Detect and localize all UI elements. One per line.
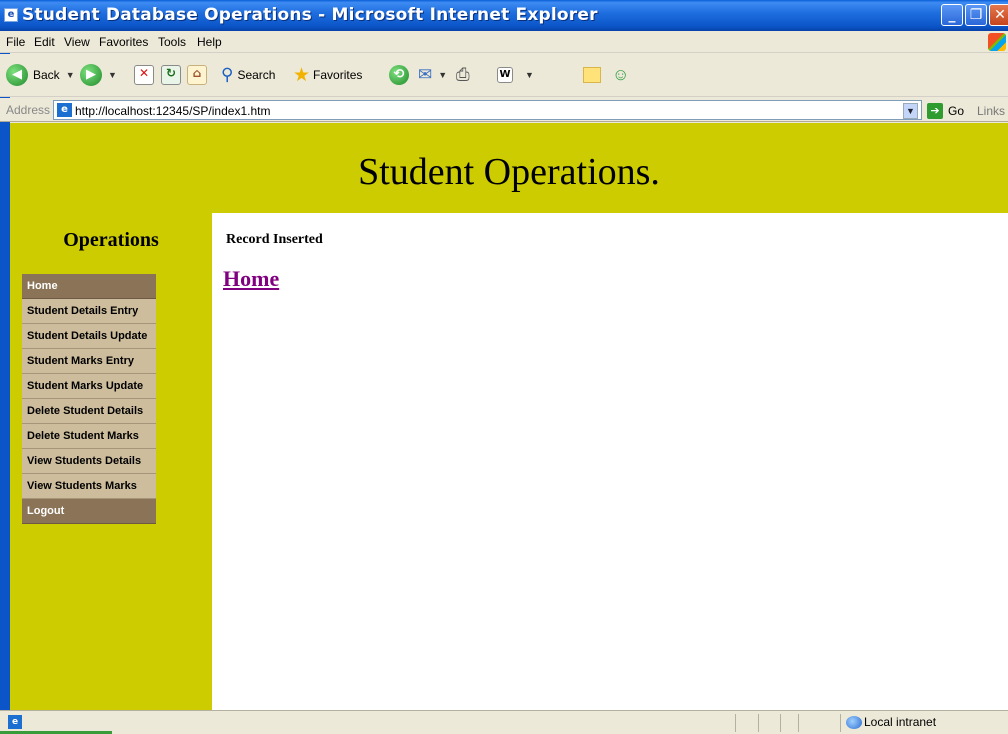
forward-icon: ▶	[80, 64, 102, 86]
sidebar-item-student-details-entry[interactable]: Student Details Entry	[22, 299, 156, 324]
menu-favorites[interactable]: Favorites	[99, 35, 148, 49]
ie-page-icon: e	[57, 103, 72, 117]
address-dropdown-button[interactable]: ▼	[903, 103, 918, 119]
status-divider	[840, 714, 841, 732]
sidebar-heading: Operations	[63, 229, 159, 251]
edit-button[interactable]: W ▼	[497, 63, 534, 87]
menu-bar: File Edit View Favorites Tools Help	[0, 31, 1008, 53]
browser-window: e Student Database Operations - Microsof…	[0, 0, 1008, 734]
refresh-button[interactable]: ↻	[161, 63, 181, 87]
window-frame	[0, 31, 10, 711]
sidebar-item-view-students-marks[interactable]: View Students Marks	[22, 474, 156, 499]
address-bar: Address e http://localhost:12345/SP/inde…	[0, 98, 1008, 122]
history-button[interactable]: ⟲	[389, 63, 409, 87]
go-button[interactable]: Go	[948, 104, 964, 118]
sidebar-item-home[interactable]: Home	[22, 274, 156, 299]
security-zone-label: Local intranet	[864, 715, 937, 729]
stop-button[interactable]: ✕	[134, 63, 154, 87]
status-divider	[735, 714, 736, 732]
search-icon: ⚲	[221, 65, 234, 84]
search-button[interactable]: ⚲ Search	[221, 63, 275, 87]
home-link[interactable]: Home	[223, 266, 279, 292]
maximize-button[interactable]: ❐	[965, 4, 987, 26]
status-divider	[758, 714, 759, 732]
address-input[interactable]: e http://localhost:12345/SP/index1.htm	[53, 100, 922, 120]
go-icon[interactable]: ➔	[927, 103, 943, 119]
mail-icon: ✉	[418, 65, 433, 84]
sidebar: Operations Home Student Details Entry St…	[10, 213, 212, 710]
edit-icon: W	[497, 67, 513, 83]
folder-button[interactable]	[583, 63, 601, 87]
favorites-label: Favorites	[313, 68, 363, 82]
menu-view[interactable]: View	[64, 35, 90, 49]
page-title: Student Operations.	[358, 151, 660, 193]
links-toolbar[interactable]: Links	[977, 104, 1005, 118]
history-icon: ⟲	[389, 65, 409, 85]
window-title: Student Database Operations - Microsoft …	[22, 5, 598, 25]
back-button[interactable]: ◀ Back ▼	[6, 63, 75, 87]
toolbar: ◀ Back ▼ ▶ ▼ ✕ ↻ ⌂ ⚲ Search ★ Favorites …	[0, 54, 1008, 97]
favorites-button[interactable]: ★ Favorites	[293, 63, 362, 87]
windows-flag-icon	[988, 33, 1006, 51]
back-icon: ◀	[6, 64, 28, 86]
stop-icon: ✕	[134, 65, 154, 85]
menu-edit[interactable]: Edit	[34, 35, 55, 49]
sidebar-nav: Home Student Details Entry Student Detai…	[22, 274, 156, 524]
chevron-down-icon: ▼	[438, 70, 448, 80]
print-button[interactable]: ⎙	[456, 63, 470, 87]
chevron-down-icon: ▼	[65, 70, 75, 80]
refresh-icon: ↻	[161, 65, 181, 85]
minimize-button[interactable]: _	[941, 4, 963, 26]
menu-help[interactable]: Help	[197, 35, 222, 49]
title-bar[interactable]: e Student Database Operations - Microsof…	[0, 0, 1008, 31]
sidebar-item-delete-student-marks[interactable]: Delete Student Marks	[22, 424, 156, 449]
ie-page-icon: e	[8, 715, 22, 729]
chevron-down-icon: ▼	[108, 70, 117, 80]
local-intranet-icon	[846, 716, 862, 729]
sidebar-item-view-students-details[interactable]: View Students Details	[22, 449, 156, 474]
messenger-button[interactable]: ☺	[612, 63, 629, 87]
messenger-icon: ☺	[612, 65, 630, 84]
address-url[interactable]: http://localhost:12345/SP/index1.htm	[75, 104, 270, 118]
home-icon: ⌂	[187, 65, 207, 85]
menu-tools[interactable]: Tools	[158, 35, 186, 49]
folder-icon	[583, 67, 601, 83]
back-label: Back	[33, 68, 60, 82]
chevron-down-icon: ▼	[525, 70, 534, 80]
status-bar: e Local intranet	[0, 710, 1008, 734]
sidebar-item-delete-student-details[interactable]: Delete Student Details	[22, 399, 156, 424]
status-divider	[798, 714, 799, 732]
favorites-star-icon: ★	[293, 64, 311, 86]
mail-button[interactable]: ✉ ▼	[418, 63, 447, 87]
address-label: Address	[6, 103, 51, 117]
sidebar-item-logout[interactable]: Logout	[22, 499, 156, 524]
page-content: Student Operations. Operations Home Stud…	[10, 123, 1008, 710]
sidebar-item-student-details-update[interactable]: Student Details Update	[22, 324, 156, 349]
status-message: Record Inserted	[226, 232, 323, 247]
menu-file[interactable]: File	[6, 35, 25, 49]
print-icon: ⎙	[456, 65, 470, 84]
sidebar-item-student-marks-entry[interactable]: Student Marks Entry	[22, 349, 156, 374]
forward-button[interactable]: ▶ ▼	[80, 63, 117, 87]
close-button[interactable]: ✕	[989, 4, 1008, 26]
status-divider	[780, 714, 781, 732]
search-label: Search	[237, 68, 276, 82]
home-button[interactable]: ⌂	[187, 63, 207, 87]
ie-page-icon: e	[4, 8, 18, 22]
page-banner: Student Operations.	[10, 123, 1008, 213]
sidebar-item-student-marks-update[interactable]: Student Marks Update	[22, 374, 156, 399]
